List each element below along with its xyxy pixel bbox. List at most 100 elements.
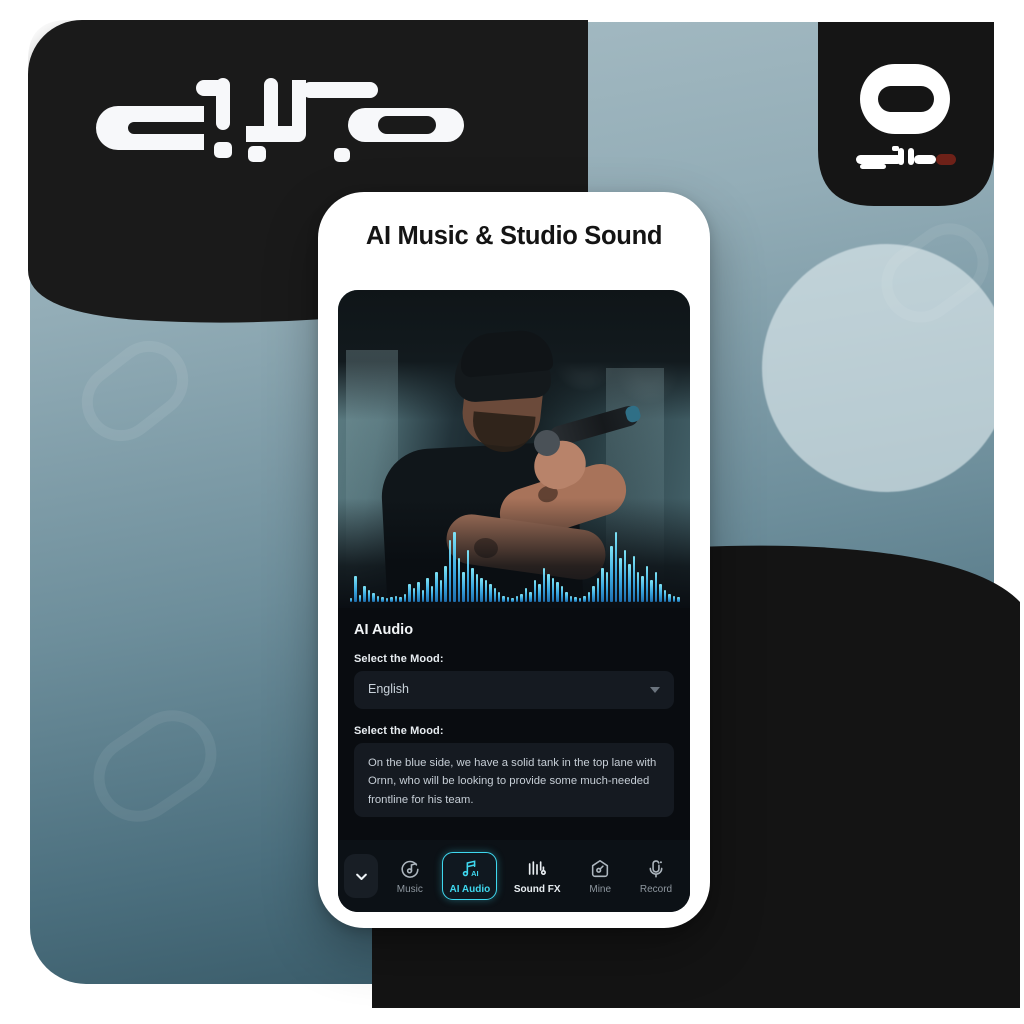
waveform-bar [466, 550, 470, 602]
nav-item-ai-audio[interactable]: AI AI Audio [442, 852, 498, 900]
waveform-bar [493, 588, 496, 602]
waveform-bar [520, 594, 523, 602]
waveform-bar [551, 578, 555, 602]
svg-text:AI: AI [471, 869, 479, 878]
waveform-bar [385, 598, 389, 602]
waveform-bar [376, 596, 380, 602]
nav-item-music[interactable]: Music [387, 852, 433, 900]
waveform-bar [444, 566, 447, 602]
waveform-bar [672, 596, 676, 602]
waveform-bar [565, 592, 568, 602]
waveform-bar [506, 597, 510, 602]
waveform-bar [542, 568, 546, 602]
waveform-bar [367, 590, 371, 602]
waveform-bar [471, 568, 474, 602]
brand-badge-wordmark [848, 144, 960, 174]
waveform-bar [372, 593, 375, 602]
language-select-value: English [368, 682, 409, 696]
waveform-bar [619, 558, 622, 602]
panel-heading: AI Audio [354, 622, 414, 638]
waveform-bar [533, 580, 537, 602]
ai-audio-panel: AI Audio Select the Mood: English Select… [338, 608, 690, 912]
waveform-bar [677, 597, 680, 602]
waveform-bar [480, 578, 483, 602]
nav-item-sound-fx[interactable]: Sound FX [507, 852, 568, 900]
waveform-bar [574, 597, 577, 602]
nav-item-record[interactable]: Record [633, 852, 679, 900]
waveform-bar [462, 572, 465, 602]
phone-screen: AI Audio Select the Mood: English Select… [338, 290, 690, 912]
nav-items: Music AI AI Audio Sound FX Mine Record [382, 852, 684, 900]
waveform-bar [524, 588, 528, 602]
waveform-bar [601, 568, 604, 602]
collapse-button[interactable] [344, 854, 378, 898]
waveform-bar [399, 597, 402, 602]
waveform-bar [515, 596, 519, 602]
phone-mockup: AI Music & Studio Sound AI Audio Select … [318, 192, 710, 928]
waveform-bar [614, 532, 618, 602]
microphone-sparkle-icon [649, 860, 663, 878]
waveform-bar [668, 594, 671, 602]
waveform-bar [560, 586, 564, 602]
waveform-bar [529, 592, 532, 602]
waveform-bar [583, 596, 586, 602]
waveform-bar [350, 598, 353, 602]
waveform-bar [448, 540, 452, 602]
phone-title: AI Music & Studio Sound [365, 222, 663, 250]
nav-item-mine[interactable]: Mine [577, 852, 623, 900]
waveform-bar [497, 592, 501, 602]
waveform-bar [641, 576, 644, 602]
waveform-bar [596, 578, 600, 602]
waveform-bar [587, 592, 591, 602]
waveform-bar [457, 558, 461, 602]
waveform-bar [502, 596, 505, 602]
waveform-bar [547, 574, 550, 602]
waveform-bar [358, 595, 362, 602]
nav-item-record-label: Record [639, 884, 673, 895]
language-select[interactable]: English [354, 671, 674, 709]
waveform-bar [408, 584, 411, 602]
waveform-bar [430, 586, 434, 602]
waveform-bar [412, 588, 416, 602]
waveform-bar [569, 596, 573, 602]
prompt-label: Select the Mood: [354, 725, 444, 737]
waveform-bar [663, 590, 667, 602]
equalizer-bars-icon [529, 861, 547, 876]
nav-item-sound-fx-label: Sound FX [513, 884, 561, 895]
waveform-bar [475, 574, 479, 602]
waveform-bar [394, 596, 398, 602]
waveform-bar [417, 582, 420, 602]
waveform-bar [632, 556, 635, 602]
waveform-bar [654, 572, 658, 602]
waveform-bar [390, 597, 393, 602]
waveform-bar [435, 572, 438, 602]
waveform-bar [354, 576, 357, 602]
ai-note-icon: AI [462, 860, 479, 878]
music-note-circle-icon [401, 860, 419, 878]
nav-item-mine-label: Mine [589, 884, 612, 895]
waveform-bar [659, 584, 662, 602]
audio-waveform [350, 530, 680, 602]
hero-photo [338, 290, 690, 608]
waveform-bar [484, 580, 488, 602]
waveform-bar [578, 598, 582, 602]
brand-wordmark [96, 72, 488, 168]
mood-label: Select the Mood: [354, 653, 444, 665]
waveform-bar [556, 582, 559, 602]
waveform-bar [489, 584, 492, 602]
nav-item-ai-audio-label: AI Audio [449, 884, 491, 895]
waveform-bar [623, 550, 627, 602]
waveform-bar [538, 584, 541, 602]
prompt-textarea[interactable]: On the blue side, we have a solid tank i… [354, 743, 674, 817]
waveform-bar [645, 566, 649, 602]
waveform-bar [403, 594, 407, 602]
waveform-bar [453, 532, 456, 602]
prompt-textarea-value: On the blue side, we have a solid tank i… [368, 757, 657, 806]
waveform-bar [610, 546, 613, 602]
waveform-bar [628, 564, 631, 602]
brand-badge-icon [856, 60, 954, 138]
waveform-bar [592, 586, 595, 602]
home-key-icon [592, 859, 609, 878]
bottom-navigation: Music AI AI Audio Sound FX Mine Record [338, 840, 690, 912]
nav-item-music-label: Music [396, 884, 423, 895]
